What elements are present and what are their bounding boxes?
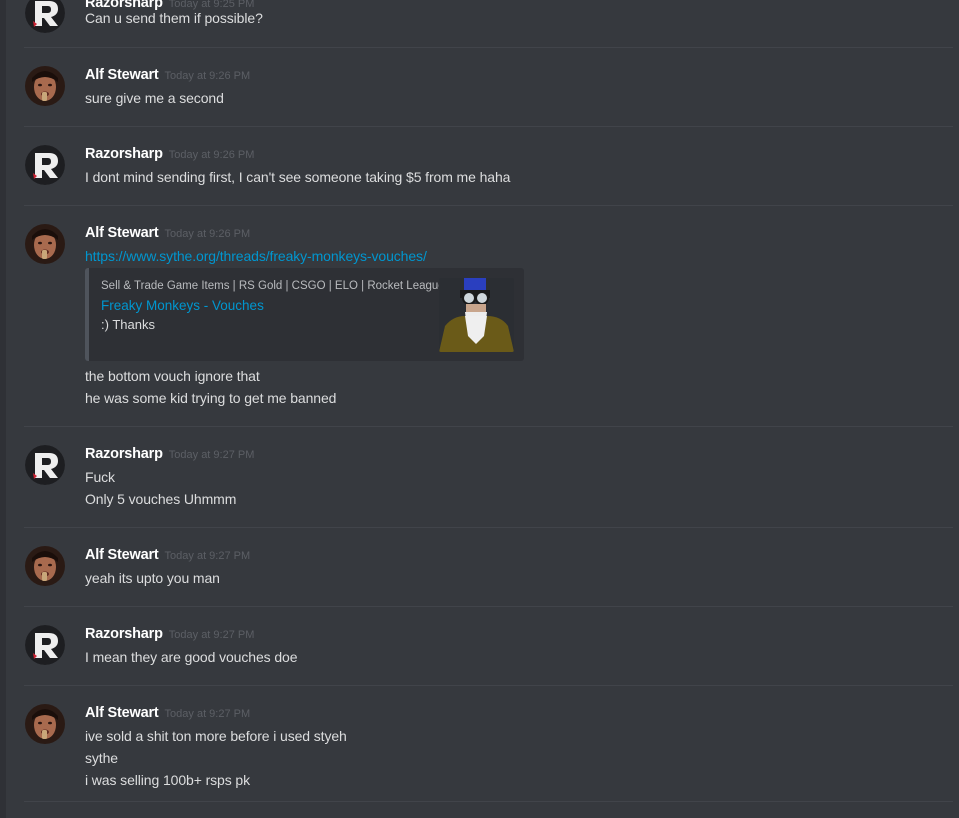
message-header: Alf Stewart Today at 9:26 PM [85, 224, 250, 242]
alf-stewart-avatar[interactable] [25, 66, 65, 106]
chat-message-list[interactable]: Razorsharp Today at 9:25 PM Can u send th… [0, 0, 959, 818]
message-group: Alf Stewart Today at 9:26 PM sure give me… [6, 48, 953, 127]
message-group: Razorsharp Today at 9:27 PM I mean they a… [6, 607, 953, 686]
message-group: Alf Stewart Today at 9:27 PM ive sold a s… [6, 686, 953, 802]
razorsharp-r-logo-icon[interactable] [25, 145, 65, 185]
alf-stewart-avatar[interactable] [25, 224, 65, 264]
alf-stewart-avatar[interactable] [25, 546, 65, 586]
wizard-character-thumbnail[interactable] [439, 278, 514, 352]
message-link[interactable]: https://www.sythe.org/threads/freaky-mon… [85, 248, 427, 264]
timestamp: Today at 9:27 PM [164, 708, 251, 720]
message-header: Alf Stewart Today at 9:27 PM [85, 546, 250, 564]
message-header: Razorsharp Today at 9:27 PM [85, 445, 254, 463]
message-header: Alf Stewart Today at 9:26 PM [85, 66, 250, 84]
username[interactable]: Razorsharp [85, 626, 163, 642]
username[interactable]: Alf Stewart [85, 547, 159, 563]
message-text: the bottom vouch ignore that [85, 368, 260, 384]
message-header: Alf Stewart Today at 9:27 PM [85, 704, 250, 722]
timestamp: Today at 9:27 PM [164, 550, 251, 562]
username[interactable]: Razorsharp [85, 446, 163, 462]
razorsharp-r-logo-icon[interactable] [25, 445, 65, 485]
message-group: Razorsharp Today at 9:25 PM Can u send th… [6, 0, 953, 48]
message-text: ive sold a shit ton more before i used s… [85, 728, 347, 744]
message-text: I dont mind sending first, I can't see s… [85, 169, 511, 185]
message-text: sythe [85, 750, 118, 766]
username[interactable]: Razorsharp [85, 146, 163, 162]
message-divider [24, 801, 953, 802]
message-text: Fuck [85, 469, 115, 485]
message-group: Alf Stewart Today at 9:27 PM yeah its upt… [6, 528, 953, 607]
username[interactable]: Alf Stewart [85, 67, 159, 83]
alf-stewart-avatar[interactable] [25, 704, 65, 744]
message-text: i was selling 100b+ rsps pk [85, 772, 250, 788]
message-group: Razorsharp Today at 9:27 PM Fuck Only 5 v… [6, 427, 953, 528]
message-text: Only 5 vouches Uhmmm [85, 491, 237, 507]
timestamp: Today at 9:27 PM [168, 629, 255, 641]
message-text: Can u send them if possible? [85, 10, 263, 26]
message-text: sure give me a second [85, 90, 224, 106]
timestamp: Today at 9:26 PM [168, 149, 255, 161]
message-header: Razorsharp Today at 9:26 PM [85, 145, 254, 163]
message-group: Alf Stewart Today at 9:26 PM https://www.… [6, 206, 953, 427]
embed-description: :) Thanks [101, 317, 155, 332]
username[interactable]: Alf Stewart [85, 225, 159, 241]
message-group: Razorsharp Today at 9:26 PM I dont mind s… [6, 127, 953, 206]
embed-title-link[interactable]: Freaky Monkeys - Vouches [101, 298, 264, 313]
message-header: Razorsharp Today at 9:27 PM [85, 625, 254, 643]
razorsharp-r-logo-icon[interactable] [25, 0, 65, 33]
timestamp: Today at 9:26 PM [164, 228, 251, 240]
username[interactable]: Alf Stewart [85, 705, 159, 721]
razorsharp-r-logo-icon[interactable] [25, 625, 65, 665]
embed-provider: Sell & Trade Game Items | RS Gold | CSGO… [101, 280, 445, 292]
message-text: he was some kid trying to get me banned [85, 390, 337, 406]
timestamp: Today at 9:27 PM [168, 449, 255, 461]
message-text: I mean they are good vouches doe [85, 649, 298, 665]
message-text: yeah its upto you man [85, 570, 220, 586]
timestamp: Today at 9:26 PM [164, 70, 251, 82]
link-embed: Sell & Trade Game Items | RS Gold | CSGO… [85, 268, 524, 361]
timestamp: Today at 9:25 PM [168, 0, 255, 10]
